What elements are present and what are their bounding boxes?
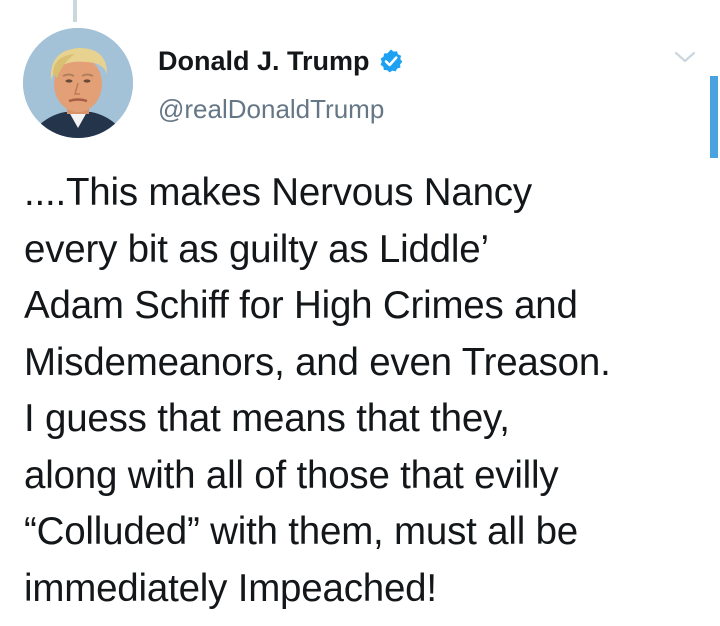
author-handle[interactable]: @realDonaldTrump (158, 94, 384, 125)
author-name[interactable]: Donald J. Trump (158, 46, 370, 77)
verified-badge-icon (378, 48, 404, 74)
tweet-menu-button[interactable] (673, 49, 697, 65)
profile-photo (23, 28, 133, 138)
tweet-text: ....This makes Nervous Nancy every bit a… (24, 171, 611, 610)
chevron-down-icon (674, 51, 696, 63)
avatar[interactable] (23, 28, 133, 138)
author-info[interactable]: Donald J. Trump (158, 44, 404, 78)
thread-connector-line (73, 0, 77, 22)
scrollbar-thumb[interactable] (710, 76, 718, 158)
tweet-card: Donald J. Trump @realDonaldTrump ....Thi… (0, 0, 720, 626)
